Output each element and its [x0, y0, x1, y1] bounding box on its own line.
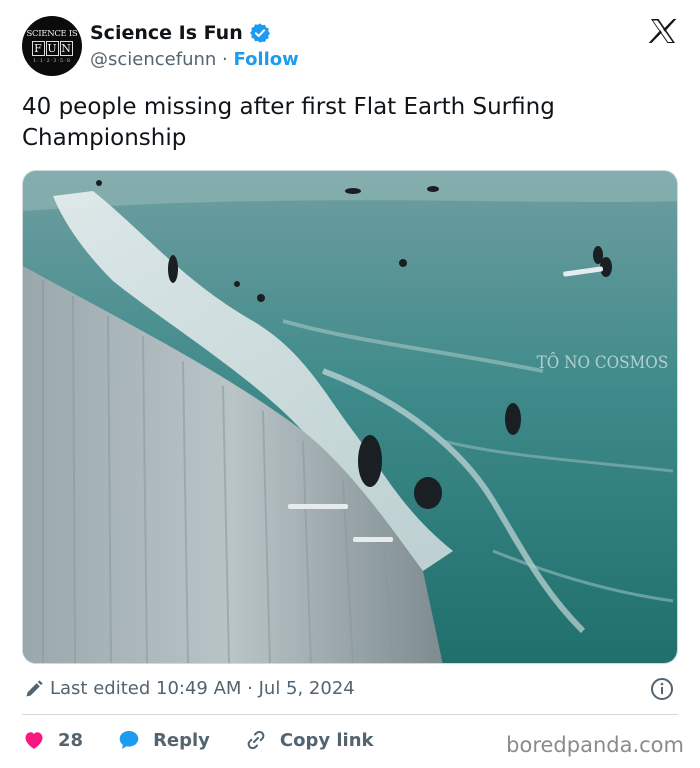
author-name[interactable]: Science Is Fun	[90, 22, 243, 44]
reply-label: Reply	[153, 729, 210, 751]
verified-badge-icon	[249, 23, 270, 43]
copy-link-button[interactable]: Copy link	[244, 728, 374, 752]
follow-button[interactable]: Follow	[234, 49, 299, 70]
edited-label[interactable]: Last edited 10:49 AM · Jul 5, 2024	[50, 678, 355, 699]
separator-dot: ·	[222, 49, 228, 70]
action-bar: 28 Reply Copy link	[22, 728, 408, 752]
tweet-embed: SCIENCE IS F U N 1·1·2·3·5·8 Science Is …	[0, 0, 700, 768]
avatar-line3: 1·1·2·3·5·8	[32, 57, 72, 64]
tweet-photo[interactable]: TÔ NO COSMOS	[22, 170, 678, 664]
avatar-letter: N	[59, 40, 73, 56]
avatar-letters: F U N	[31, 40, 73, 56]
reply-bubble-icon	[119, 731, 139, 749]
photo-watermark: TÔ NO COSMOS	[537, 351, 669, 372]
info-icon[interactable]	[650, 677, 674, 701]
avatar[interactable]: SCIENCE IS F U N 1·1·2·3·5·8	[22, 16, 82, 76]
avatar-line1: SCIENCE IS	[26, 29, 78, 40]
link-icon	[247, 730, 265, 750]
avatar-letter: U	[45, 40, 59, 56]
reply-button[interactable]: Reply	[117, 728, 210, 752]
author-name-row: Science Is Fun	[90, 22, 271, 44]
like-button[interactable]: 28	[22, 728, 83, 752]
surfing-photo: TÔ NO COSMOS	[23, 171, 677, 663]
edited-meta: Last edited 10:49 AM · Jul 5, 2024	[24, 678, 355, 699]
divider	[22, 714, 678, 715]
heart-icon	[25, 732, 43, 749]
copy-link-label: Copy link	[279, 729, 374, 751]
like-count: 28	[58, 729, 84, 751]
tweet-text: 40 people missing after first Flat Earth…	[22, 94, 555, 151]
author-handle[interactable]: @sciencefunn	[90, 49, 216, 70]
x-logo-icon[interactable]	[648, 16, 678, 46]
avatar-letter: F	[31, 40, 45, 56]
handle-row: @sciencefunn · Follow	[90, 49, 299, 70]
site-watermark: boredpanda.com	[506, 733, 684, 757]
pencil-icon	[26, 679, 43, 696]
